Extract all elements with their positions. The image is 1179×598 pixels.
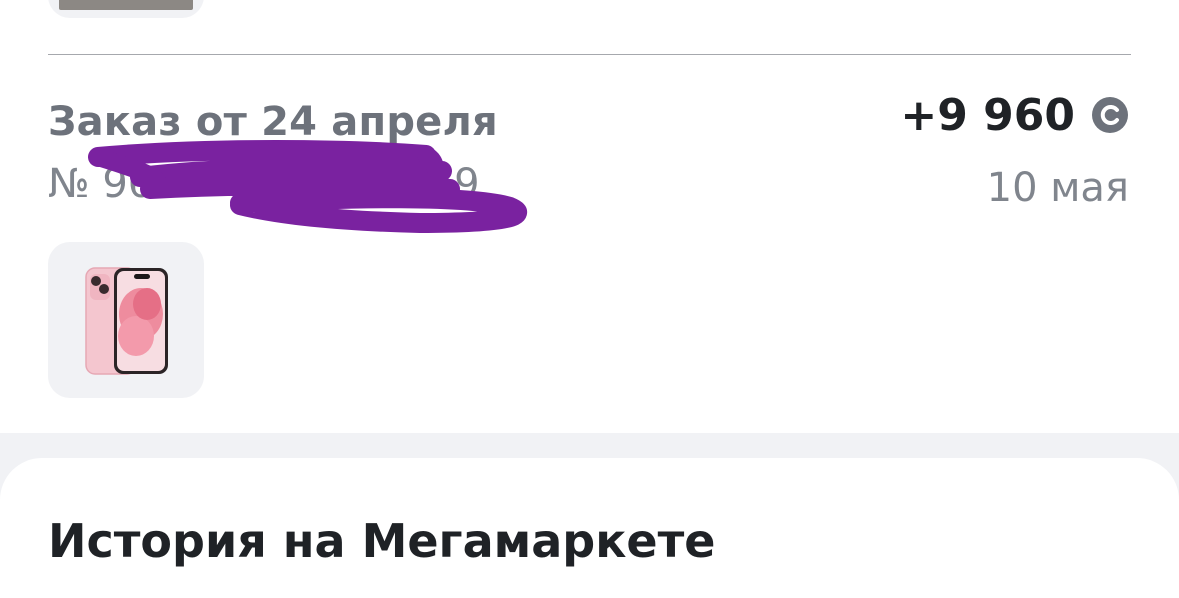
order-amount: +9 960 [900, 89, 1075, 141]
order-date: 10 мая [986, 165, 1129, 211]
previous-order-product-thumbnail[interactable] [48, 0, 204, 18]
order-title: Заказ от 24 апреля [48, 99, 498, 145]
order-card[interactable]: Заказ от 24 апреля № 96 919 +9 960 10 мая [0, 55, 1179, 433]
iphone-pink-icon [85, 267, 168, 375]
order-amount-row: +9 960 [900, 89, 1129, 141]
history-card: История на Мегамаркете [0, 458, 1179, 598]
bonus-currency-icon [1092, 97, 1128, 133]
previous-product-image [59, 0, 193, 10]
history-title: История на Мегамаркете [48, 514, 716, 568]
redaction-scribble [88, 140, 528, 233]
product-thumbnail[interactable] [48, 242, 204, 398]
